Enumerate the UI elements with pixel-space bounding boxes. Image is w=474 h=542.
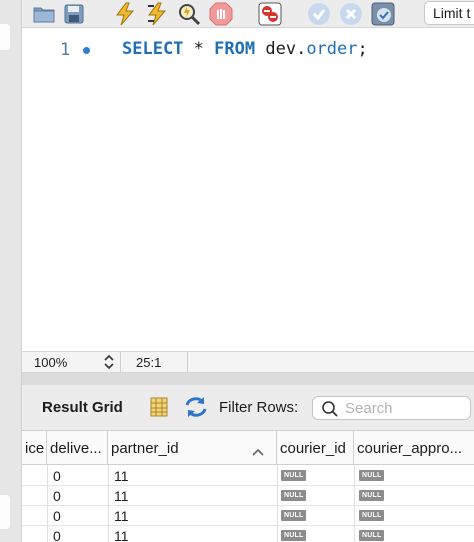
- column-divider: [354, 465, 355, 542]
- autocommit-icon[interactable]: [371, 2, 395, 26]
- null-badge[interactable]: NULL: [281, 510, 307, 521]
- search-input[interactable]: [345, 399, 465, 417]
- cell-delivery[interactable]: 0: [47, 466, 61, 486]
- keyword-from: FROM: [214, 39, 256, 59]
- column-divider: [108, 465, 109, 542]
- cell-partner-id[interactable]: 11: [108, 526, 129, 542]
- cell-partner-id[interactable]: 11: [108, 466, 129, 486]
- result-grid[interactable]: ice delive... partner_id courier_id cour…: [22, 431, 474, 542]
- sql-editor[interactable]: 1 SELECT * FROM dev.order;: [22, 28, 474, 351]
- null-badge[interactable]: NULL: [281, 530, 307, 541]
- stop-icon[interactable]: [209, 2, 233, 26]
- status-divider: [120, 352, 121, 373]
- sql-editor-toolbar: Limit t: [22, 0, 474, 28]
- table-name: order: [306, 39, 358, 59]
- execute-current-icon[interactable]: [145, 2, 169, 26]
- cell-partner-id[interactable]: 11: [108, 506, 129, 526]
- null-badge[interactable]: NULL: [281, 490, 307, 501]
- sort-ascending-icon[interactable]: [252, 443, 264, 461]
- refresh-icon[interactable]: [184, 396, 208, 423]
- column-header-label: partner_id: [111, 440, 179, 457]
- table-row[interactable]: 0 11 NULL NULL: [22, 486, 474, 506]
- line-number: 1: [60, 40, 71, 60]
- explain-icon[interactable]: [177, 2, 201, 26]
- column-header-courier-approved[interactable]: courier_appro...: [354, 431, 474, 465]
- search-icon: [321, 400, 339, 423]
- grid-view-icon[interactable]: [150, 397, 168, 422]
- code-dot: .: [296, 39, 307, 59]
- filter-rows-label: Filter Rows:: [219, 399, 299, 416]
- statement-marker-icon: [83, 47, 90, 54]
- folder-icon[interactable]: [32, 2, 56, 26]
- save-icon[interactable]: [62, 2, 86, 26]
- editor-status-bar: 100% 25:1: [22, 351, 474, 373]
- column-header-courier-id[interactable]: courier_id: [277, 431, 354, 465]
- execute-icon[interactable]: [113, 2, 137, 26]
- result-grid-title: Result Grid: [42, 399, 123, 416]
- result-toolbar: Result Grid Filter Rows:: [22, 385, 474, 431]
- rollback-icon[interactable]: [339, 2, 363, 26]
- cell-partner-id[interactable]: 11: [108, 486, 129, 506]
- cell-delivery[interactable]: 0: [47, 506, 61, 526]
- toggle-error-icon[interactable]: [258, 2, 282, 26]
- table-row[interactable]: 0 11 NULL NULL: [22, 466, 474, 486]
- null-badge[interactable]: NULL: [359, 530, 385, 541]
- code-star: *: [183, 39, 215, 59]
- cell-delivery[interactable]: 0: [47, 526, 61, 542]
- table-row[interactable]: 0 11 NULL NULL: [22, 526, 474, 542]
- keyword-select: SELECT: [122, 39, 184, 59]
- limit-rows-select[interactable]: Limit t: [424, 1, 474, 25]
- column-divider: [47, 465, 48, 542]
- null-badge[interactable]: NULL: [359, 490, 385, 501]
- null-badge[interactable]: NULL: [359, 470, 385, 481]
- null-badge[interactable]: NULL: [359, 510, 385, 521]
- cell-delivery[interactable]: 0: [47, 486, 61, 506]
- null-badge[interactable]: NULL: [281, 470, 307, 481]
- column-header-price[interactable]: ice: [22, 431, 47, 465]
- commit-icon[interactable]: [307, 2, 331, 26]
- grid-header-row: ice delive... partner_id courier_id cour…: [22, 431, 474, 465]
- left-sidebar-strip: [0, 0, 22, 542]
- column-divider: [277, 465, 278, 542]
- sql-statement[interactable]: SELECT * FROM dev.order;: [122, 39, 368, 59]
- schema-name: dev: [265, 39, 297, 59]
- sidebar-tab-fragment-bottom[interactable]: [0, 495, 10, 529]
- sidebar-tab-fragment[interactable]: [0, 24, 10, 50]
- zoom-level: 100%: [34, 355, 68, 370]
- status-divider: [187, 352, 188, 373]
- code-semicolon: ;: [357, 39, 368, 59]
- zoom-stepper-icon[interactable]: [102, 354, 116, 370]
- cursor-position: 25:1: [136, 355, 162, 370]
- filter-search-box[interactable]: [312, 396, 471, 420]
- panel-splitter[interactable]: [22, 373, 474, 385]
- column-header-delivery[interactable]: delive...: [47, 431, 108, 465]
- table-row[interactable]: 0 11 NULL NULL: [22, 506, 474, 526]
